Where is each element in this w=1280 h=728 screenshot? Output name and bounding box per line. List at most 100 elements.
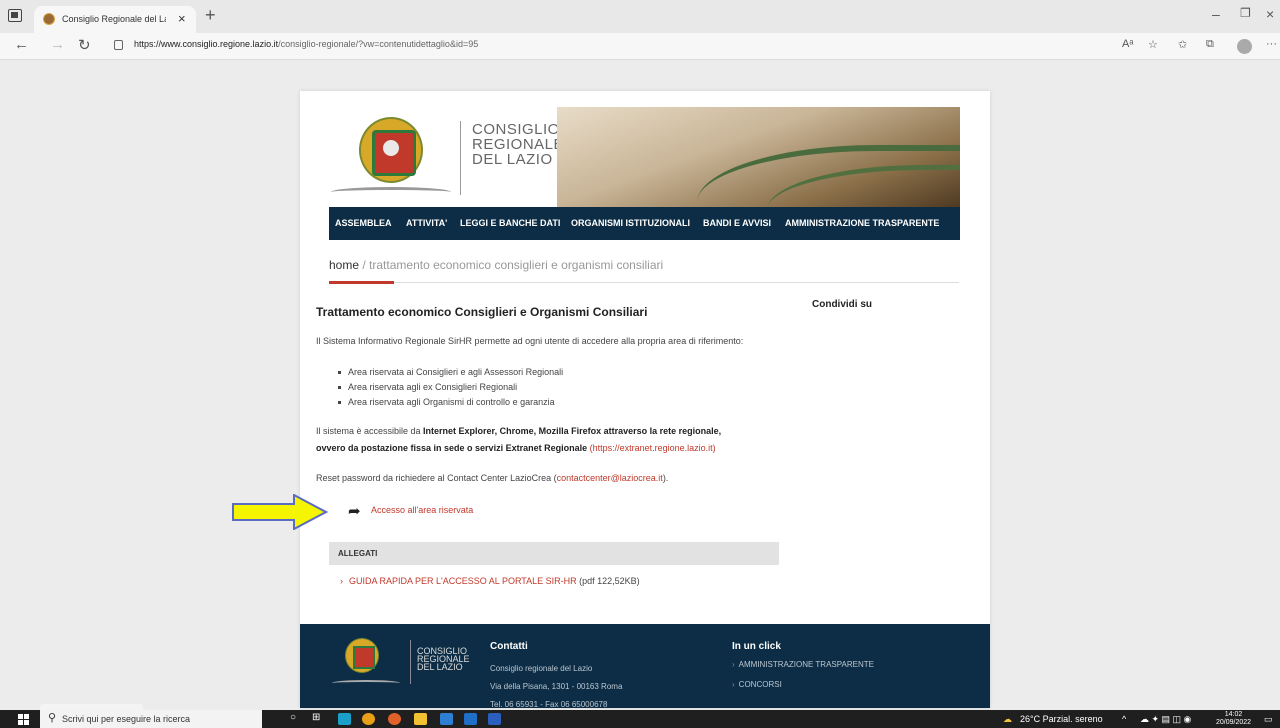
reload-icon[interactable]: ↻ xyxy=(78,36,91,54)
weather-icon: ☁ xyxy=(1003,714,1012,724)
access-paragraph: Il sistema è accessibile da Internet Exp… xyxy=(316,423,776,457)
extranet-link[interactable]: (https://extranet.regione.lazio.it) xyxy=(590,443,716,453)
lock-icon[interactable] xyxy=(114,40,123,50)
restore-icon[interactable]: ❐ xyxy=(1240,6,1251,20)
close-window-icon[interactable]: × xyxy=(1266,6,1274,22)
nav-item-organismi[interactable]: ORGANISMI ISTITUZIONALI xyxy=(571,218,690,228)
favorites-icon[interactable]: ✩ xyxy=(1178,38,1187,51)
reset-text: Reset password da richiedere al Contact … xyxy=(316,473,557,483)
taskbar-search-text: Scrivi qui per eseguire la ricerca xyxy=(62,714,191,724)
favorite-add-icon[interactable]: ☆ xyxy=(1148,38,1158,51)
nav-item-attivita[interactable]: ATTIVITA' xyxy=(406,218,447,228)
breadcrumb-accent xyxy=(329,281,394,284)
task-view-icon[interactable]: ○ xyxy=(290,712,303,724)
browser-tab-bar: Consiglio Regionale del Lazio - S × + – … xyxy=(0,0,1280,33)
browser-tab[interactable]: Consiglio Regionale del Lazio - S × xyxy=(34,6,196,33)
tray-arrow-icon[interactable]: ^ xyxy=(1122,714,1126,724)
contact-line: Via della Pisana, 1301 - 00163 Roma xyxy=(490,682,623,691)
reset-paragraph: Reset password da richiedere al Contact … xyxy=(316,470,776,487)
web-page: CONSIGLIO REGIONALE DEL LAZIO f t ◗ ASSE… xyxy=(300,91,990,708)
notifications-icon[interactable]: ▭ xyxy=(1264,714,1273,725)
guide-pdf-link[interactable]: GUIDA RAPIDA PER L'ACCESSO AL PORTALE SI… xyxy=(349,576,577,586)
edge-icon[interactable] xyxy=(338,713,351,725)
url-text: https://www.consiglio.regione.lazio.it/c… xyxy=(134,39,478,49)
nav-item-bandi[interactable]: BANDI E AVVISI xyxy=(703,218,771,228)
share-icon: ➦ xyxy=(348,503,361,520)
reset-end: ). xyxy=(662,473,669,483)
attachment-meta: (pdf 122,52KB) xyxy=(576,576,640,586)
browsers-text: Internet Explorer, Chrome, Mozilla Firef… xyxy=(423,426,722,436)
extranet-text: ovvero da postazione fissa in sede o ser… xyxy=(316,443,588,453)
url-domain: https://www.consiglio.regione.lazio.it xyxy=(134,39,279,49)
attachment-item: › GUIDA RAPIDA PER L'ACCESSO AL PORTALE S… xyxy=(340,576,640,586)
nav-item-amministrazione[interactable]: AMMINISTRAZIONE TRASPARENTE xyxy=(785,218,939,228)
close-tab-icon[interactable]: × xyxy=(178,11,186,26)
search-icon: ⚲ xyxy=(48,712,57,724)
taskbar-search[interactable]: ⚲ Scrivi qui per eseguire la ricerca xyxy=(40,710,262,728)
contact-line: Consiglio regionale del Lazio xyxy=(490,664,593,673)
mail-icon[interactable] xyxy=(440,713,453,725)
site-header: CONSIGLIO REGIONALE DEL LAZIO f t ◗ xyxy=(329,107,960,207)
logo-line: REGIONALE xyxy=(472,136,565,153)
outlook-icon[interactable] xyxy=(464,713,477,725)
annotation-arrow-icon xyxy=(232,494,328,530)
chevron-right-icon: › xyxy=(732,680,735,689)
page-title: Trattamento economico Consiglieri e Orga… xyxy=(316,305,648,319)
access-text: Il sistema è accessibile da xyxy=(316,426,424,436)
url-field[interactable]: https://www.consiglio.regione.lazio.it/c… xyxy=(108,38,1008,56)
new-tab-icon[interactable]: + xyxy=(205,5,216,26)
list-item: Area riservata agli ex Consiglieri Regio… xyxy=(338,380,563,395)
footer-crest-logo xyxy=(345,638,379,673)
footer-logo-swoosh xyxy=(332,680,400,686)
footer-link-label: CONCORSI xyxy=(738,680,782,689)
share-label: Condividi su xyxy=(812,299,872,310)
main-navigation: ASSEMBLEA ATTIVITA' LEGGI E BANCHE DATI … xyxy=(329,207,960,240)
breadcrumb: home / trattamento economico consiglieri… xyxy=(329,258,663,272)
clock[interactable]: 14:02 20/09/2022 xyxy=(1216,711,1251,727)
address-bar: ← → ↻ https://www.consiglio.regione.lazi… xyxy=(0,33,1280,60)
tray-icons[interactable]: ☁ ✦ ▤ ◫ ◉ xyxy=(1140,714,1191,725)
url-path: /consiglio-regionale/?vw=contenutidettag… xyxy=(278,39,479,49)
windows-icon[interactable] xyxy=(18,714,29,725)
logo-line: CONSIGLIO xyxy=(472,121,560,138)
footer-link[interactable]: › CONCORSI xyxy=(732,680,782,689)
date: 20/09/2022 xyxy=(1216,719,1252,726)
nav-item-assemblea[interactable]: ASSEMBLEA xyxy=(335,218,392,228)
tab-actions-icon[interactable] xyxy=(8,9,22,22)
site-logo-text[interactable]: CONSIGLIO REGIONALE DEL LAZIO xyxy=(472,122,564,167)
breadcrumb-current: trattamento economico consiglieri e orga… xyxy=(369,258,664,272)
more-icon[interactable]: ··· xyxy=(1266,38,1277,50)
reserved-area-access[interactable]: ➦ Accesso all'area riservata xyxy=(348,502,548,520)
read-aloud-icon[interactable]: Aᵃ xyxy=(1122,38,1133,50)
widgets-icon[interactable]: ⊞ xyxy=(312,712,325,724)
weather-text[interactable]: 26°C Parzial. sereno xyxy=(1020,714,1103,724)
chrome-icon[interactable] xyxy=(362,713,375,725)
intro-paragraph: Il Sistema Informativo Regionale SirHR p… xyxy=(316,336,744,346)
back-icon[interactable]: ← xyxy=(14,36,29,53)
area-list: Area riservata ai Consiglieri e agli Ass… xyxy=(338,365,563,410)
nav-item-leggi[interactable]: LEGGI E BANCHE DATI xyxy=(460,218,560,228)
firefox-icon[interactable] xyxy=(388,713,401,725)
logo-divider xyxy=(460,121,461,195)
chevron-right-icon: › xyxy=(340,576,343,586)
word-icon[interactable] xyxy=(488,713,501,725)
profile-avatar[interactable] xyxy=(1237,39,1252,54)
forward-icon[interactable]: → xyxy=(50,36,65,53)
reserved-area-link[interactable]: Accesso all'area riservata xyxy=(371,505,473,515)
footer-logo-divider xyxy=(410,640,411,684)
file-explorer-icon[interactable] xyxy=(414,713,427,725)
minimize-icon[interactable]: – xyxy=(1212,6,1220,22)
list-item: Area riservata ai Consiglieri e agli Ass… xyxy=(338,365,563,380)
logo-line: DEL LAZIO xyxy=(472,151,553,168)
collections-icon[interactable]: ⧉ xyxy=(1206,38,1214,51)
breadcrumb-divider xyxy=(329,282,959,283)
footer-link[interactable]: › AMMINISTRAZIONE TRASPARENTE xyxy=(732,660,874,669)
quick-links-heading: In un click xyxy=(732,641,781,652)
attachments-header: ALLEGATI xyxy=(329,542,779,565)
time: 14:02 xyxy=(1224,711,1243,718)
logo-swoosh xyxy=(331,187,451,197)
regional-crest-logo[interactable] xyxy=(359,117,423,183)
footer-link-label: AMMINISTRAZIONE TRASPARENTE xyxy=(738,660,874,669)
contact-center-link[interactable]: contactcenter@laziocrea.it xyxy=(557,473,663,483)
breadcrumb-home[interactable]: home xyxy=(329,258,359,272)
